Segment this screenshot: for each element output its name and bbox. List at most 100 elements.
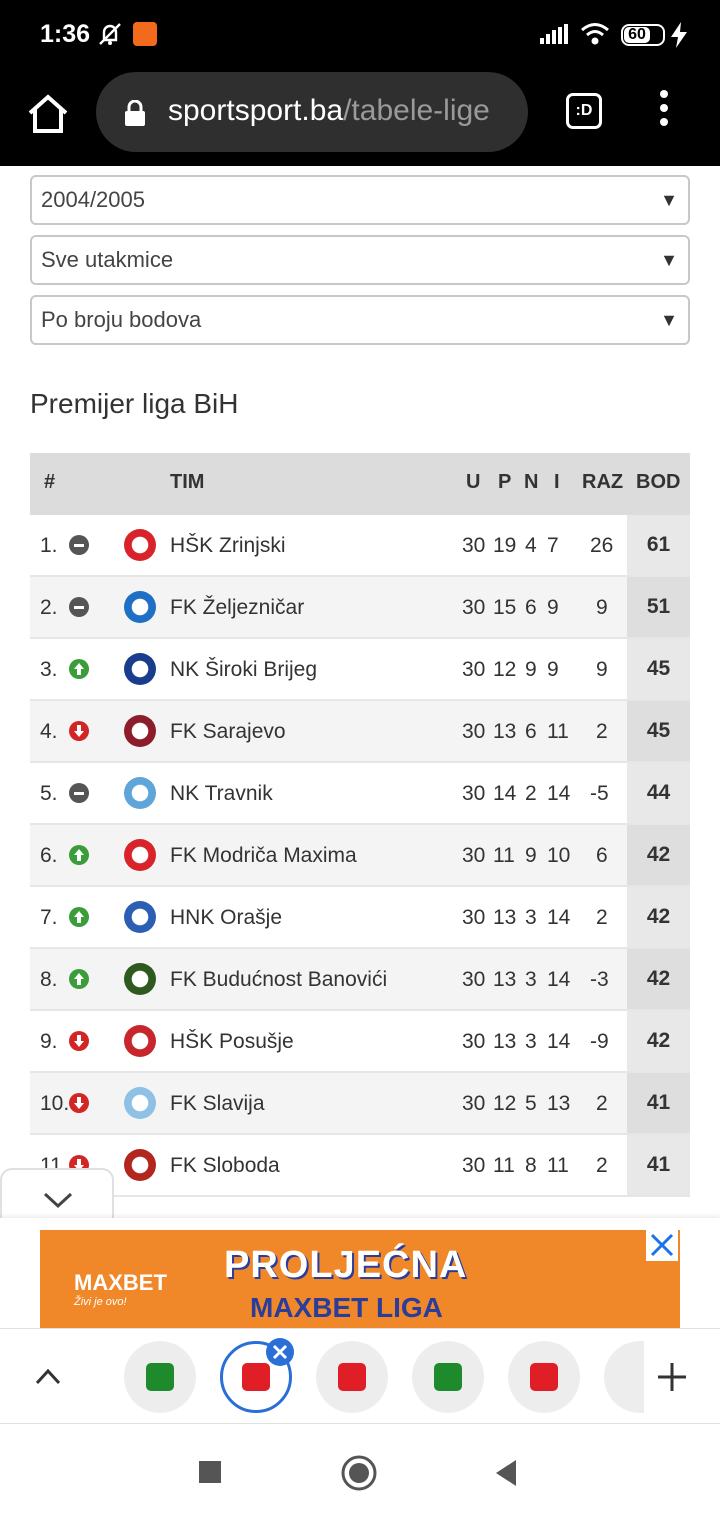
ad-close-button[interactable] <box>646 1229 678 1261</box>
tab-thumbnail[interactable] <box>412 1341 484 1413</box>
team-name-cell[interactable]: NK Travnik <box>170 782 273 806</box>
draw-cell: 4 <box>525 534 537 557</box>
rank-cell: 5. <box>40 782 58 805</box>
team-name-cell[interactable]: HŠK Zrinjski <box>170 534 286 558</box>
matches-select[interactable]: Sve utakmice ▼ <box>30 235 690 285</box>
lost-cell: 14 <box>547 968 571 991</box>
diff-cell: 2 <box>596 1154 608 1177</box>
won-cell: 13 <box>493 1030 517 1053</box>
recents-icon[interactable] <box>198 1460 222 1484</box>
header-team: TIM <box>170 471 205 493</box>
team-logo-icon <box>124 777 156 809</box>
table-body: 1. HŠK Zrinjski 30 19 4 7 26 61 2. FK Željezničar… <box>30 515 690 1197</box>
table-row[interactable]: 5. NK Travnik 30 14 2 14 -5 44 <box>30 763 690 825</box>
table-row[interactable]: 8. FK Budućnost Banovići 30 13 3 14 -3 42 <box>30 949 690 1011</box>
won-cell: 14 <box>493 782 517 805</box>
draw-cell: 6 <box>525 720 537 743</box>
draw-cell: 9 <box>525 658 537 681</box>
table-row[interactable]: 11. FK Sloboda 30 11 8 11 2 41 <box>30 1135 690 1197</box>
table-row[interactable]: 9. HŠK Posušje 30 13 3 14 -9 42 <box>30 1011 690 1073</box>
plus-icon[interactable] <box>656 1361 688 1398</box>
points-cell: 45 <box>627 701 690 761</box>
overflow-menu-button[interactable] <box>654 90 674 130</box>
rank-cell: 7. <box>40 906 58 929</box>
table-row[interactable]: 3. NK Široki Brijeg 30 12 9 9 9 45 <box>30 639 690 701</box>
team-name-cell[interactable]: NK Široki Brijeg <box>170 658 317 682</box>
draw-cell: 9 <box>525 844 537 867</box>
lost-cell: 10 <box>547 844 571 867</box>
lost-cell: 7 <box>547 534 559 557</box>
rank-cell: 6. <box>40 844 58 867</box>
lost-cell: 11 <box>547 720 569 743</box>
tab-thumbnail-partial[interactable] <box>604 1341 644 1413</box>
tab-thumbnail[interactable] <box>124 1341 196 1413</box>
back-icon[interactable] <box>494 1458 518 1488</box>
lost-cell: 14 <box>547 906 571 929</box>
team-name-cell[interactable]: HNK Orašje <box>170 906 282 930</box>
team-logo-icon <box>124 1149 156 1181</box>
sort-select[interactable]: Po broju bodova ▼ <box>30 295 690 345</box>
season-select[interactable]: 2004/2005 ▼ <box>30 175 690 225</box>
played-cell: 30 <box>462 658 486 681</box>
table-row[interactable]: 10. FK Slavija 30 12 5 13 2 41 <box>30 1073 690 1135</box>
home-icon <box>28 94 68 133</box>
tab-thumbnail[interactable] <box>508 1341 580 1413</box>
team-name-cell[interactable]: FK Sarajevo <box>170 720 286 744</box>
rank-cell: 10. <box>40 1092 70 1115</box>
site-favicon-icon <box>530 1363 558 1391</box>
team-logo-icon <box>124 715 156 747</box>
home-circle-icon[interactable] <box>340 1454 378 1492</box>
mi-app-icon <box>133 22 157 46</box>
played-cell: 30 <box>462 1154 486 1177</box>
ad-banner[interactable]: MAXBET Živi je ovo! PROLJEĆNA MAXBET LIGA <box>40 1230 680 1328</box>
table-row[interactable]: 1. HŠK Zrinjski 30 19 4 7 26 61 <box>30 515 690 577</box>
team-name-cell[interactable]: FK Budućnost Banovići <box>170 968 387 992</box>
played-cell: 30 <box>462 1030 486 1053</box>
team-name-cell[interactable]: FK Slavija <box>170 1092 265 1116</box>
played-cell: 30 <box>462 968 486 991</box>
rank-cell: 3. <box>40 658 58 681</box>
league-title: Premijer liga BiH <box>30 388 239 419</box>
won-cell: 13 <box>493 968 517 991</box>
arrow-up-icon <box>69 659 89 679</box>
standings-table: # TIM U P N I RAZ BOD 1. HŠK Zrinjski 30 19… <box>30 453 690 1197</box>
table-row[interactable]: 2. FK Željezničar 30 15 6 9 9 51 <box>30 577 690 639</box>
draw-cell: 3 <box>525 906 537 929</box>
matches-value: Sve utakmice <box>41 247 174 272</box>
team-logo-icon <box>124 1087 156 1119</box>
tab-thumbnail[interactable] <box>316 1341 388 1413</box>
collapse-ad-button[interactable] <box>0 1168 114 1224</box>
home-button[interactable] <box>26 91 70 135</box>
diff-cell: 2 <box>596 720 608 743</box>
arrow-up-icon <box>69 969 89 989</box>
team-name-cell[interactable]: FK Modriča Maxima <box>170 844 357 868</box>
close-tab-button[interactable] <box>266 1338 294 1366</box>
arrow-down-icon <box>69 1093 89 1113</box>
team-name-cell[interactable]: FK Sloboda <box>170 1154 280 1178</box>
points-cell: 41 <box>627 1073 690 1133</box>
tab-switcher-button[interactable]: :D <box>566 93 602 129</box>
ad-brand-logo: MAXBET Živi je ovo! <box>74 1270 167 1308</box>
draw-cell: 6 <box>525 596 537 619</box>
team-logo-icon <box>124 529 156 561</box>
diff-cell: -5 <box>590 782 609 805</box>
table-row[interactable]: 6. FK Modriča Maxima 30 11 9 10 6 42 <box>30 825 690 887</box>
team-logo-icon <box>124 591 156 623</box>
team-name-cell[interactable]: HŠK Posušje <box>170 1030 294 1054</box>
team-name-cell[interactable]: FK Željezničar <box>170 596 304 620</box>
url-path: /tabele-lige <box>343 94 490 127</box>
team-logo-icon <box>124 963 156 995</box>
header-played: U <box>466 471 481 493</box>
won-cell: 11 <box>493 1154 515 1177</box>
chevron-up-icon[interactable] <box>34 1363 62 1396</box>
diff-cell: 9 <box>596 658 608 681</box>
rank-cell: 1. <box>40 534 58 557</box>
diff-cell: 26 <box>590 534 614 557</box>
header-won: P <box>498 471 512 493</box>
lost-cell: 14 <box>547 1030 571 1053</box>
played-cell: 30 <box>462 1092 486 1115</box>
table-row[interactable]: 4. FK Sarajevo 30 13 6 11 2 45 <box>30 701 690 763</box>
address-bar[interactable]: sportsport.ba/tabele-lige <box>96 72 528 152</box>
table-row[interactable]: 7. HNK Orašje 30 13 3 14 2 42 <box>30 887 690 949</box>
header-points: BOD <box>636 471 681 493</box>
